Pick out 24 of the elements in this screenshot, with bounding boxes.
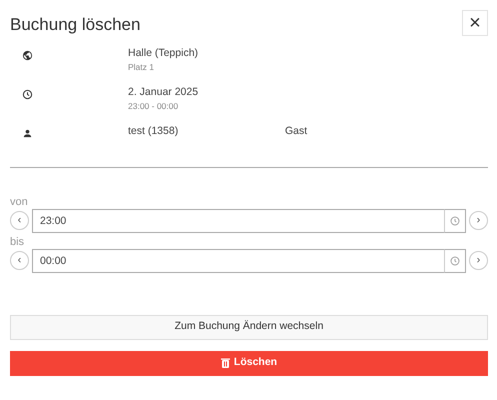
next-button[interactable]: › (469, 251, 488, 270)
clock-icon (22, 89, 33, 100)
trash-icon (220, 358, 230, 368)
dialog-title: Buchung löschen (10, 14, 140, 36)
time-field[interactable]: 23:00 (32, 208, 444, 232)
person-icon (22, 128, 33, 140)
previous-button[interactable]: ‹ (10, 251, 29, 270)
clock-icon[interactable] (444, 208, 466, 232)
field-label: bis (10, 236, 26, 248)
detail-text: Halle (Teppich) (128, 46, 200, 60)
detail-subtext: 23:00 - 00:00 (128, 100, 180, 113)
field-label: von (10, 196, 29, 208)
delete-button[interactable]: Löschen (10, 350, 488, 376)
detail-subtext: Platz 1 (128, 61, 155, 74)
role-text: Gast (285, 124, 308, 138)
globe-icon (22, 50, 33, 62)
previous-button[interactable]: ‹ (10, 211, 29, 230)
next-button[interactable]: › (469, 211, 488, 230)
close-button[interactable]: × (462, 10, 488, 36)
switch-button[interactable]: Zum Buchung Ändern wechseln (10, 314, 488, 340)
detail-text: test (1358) (128, 124, 180, 138)
detail-text: 2. Januar 2025 (128, 84, 200, 100)
time-field[interactable]: 00:00 (32, 248, 444, 272)
clock-icon[interactable] (444, 248, 466, 272)
